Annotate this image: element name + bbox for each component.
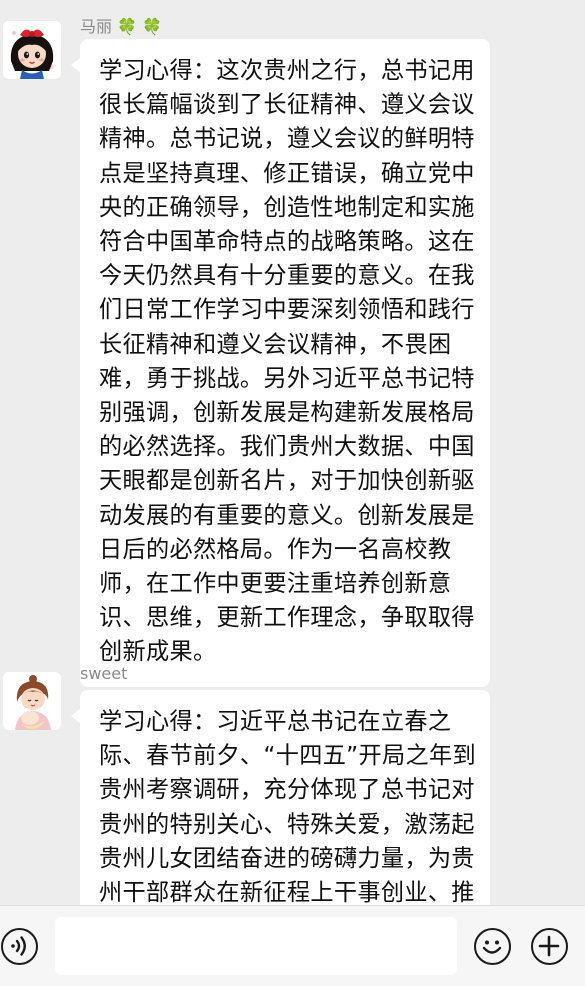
voice-icon	[11, 936, 26, 956]
emoji-icon	[482, 940, 502, 954]
sender-name: sweet	[80, 664, 128, 683]
message-input[interactable]	[55, 917, 457, 975]
sender-name-text: 马丽	[80, 17, 113, 36]
clover-emoji: 🍀 🍀	[117, 17, 163, 36]
input-bar	[0, 905, 585, 986]
voice-button[interactable]	[1, 928, 38, 965]
snow-white-avatar-icon	[3, 21, 61, 79]
plus-icon	[538, 935, 560, 957]
message-bubble[interactable]: 学习心得：习近平总书记在立春之际、春节前夕、“十四五”开局之年到贵州考察调研，充…	[71, 690, 490, 905]
message-bubble[interactable]: 学习心得：这次贵州之行，总书记用很长篇幅谈到了长征精神、遵义会议精神。总书记说，…	[71, 39, 490, 687]
chat-area[interactable]: 马丽 🍀 🍀 学习心得：这次贵州之行，总书记用很长篇幅谈到了长征精神、遵义会议精…	[0, 0, 585, 905]
emoji-button[interactable]	[474, 928, 511, 965]
avatar[interactable]	[3, 21, 61, 79]
avatar[interactable]	[3, 672, 61, 730]
add-button[interactable]	[531, 928, 568, 965]
sender-name: 马丽 🍀 🍀	[80, 13, 162, 37]
mother-baby-avatar-icon	[3, 672, 61, 730]
